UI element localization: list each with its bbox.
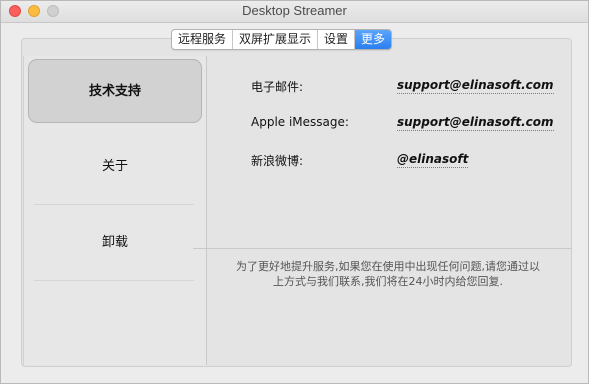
app-window: Desktop Streamer 远程服务 双屏扩展显示 设置 更多 技术支持 … — [0, 0, 589, 384]
sidebar-item-tech-support[interactable]: 技术支持 — [28, 59, 202, 123]
support-note-line2: 上方式与我们联系,我们将在24小时内给您回复. — [273, 275, 503, 288]
tab-more[interactable]: 更多 — [355, 30, 392, 49]
sidebar-divider — [34, 204, 194, 205]
email-label: 电子邮件: — [251, 80, 304, 94]
weibo-link[interactable]: @elinasoft — [397, 152, 469, 168]
email-link[interactable]: support@elinasoft.com — [397, 78, 554, 94]
imessage-label: Apple iMessage: — [251, 115, 349, 129]
title-bar: Desktop Streamer — [1, 1, 588, 23]
window-title: Desktop Streamer — [242, 3, 347, 18]
support-content: 电子邮件: support@elinasoft.com Apple iMessa… — [207, 56, 572, 365]
imessage-link[interactable]: support@elinasoft.com — [397, 115, 554, 131]
sidebar-item-about[interactable]: 关于 — [28, 152, 202, 182]
support-note-line1: 为了更好地提升服务,如果您在使用中出现任何问题,请您通过以 — [236, 260, 540, 273]
content-divider — [193, 248, 572, 249]
sidebar-divider — [34, 280, 194, 281]
tab-remote-service[interactable]: 远程服务 — [172, 30, 234, 49]
weibo-label: 新浪微博: — [251, 154, 304, 168]
tab-bar: 远程服务 双屏扩展显示 设置 更多 — [171, 29, 393, 50]
sidebar: 技术支持 关于 卸载 — [23, 56, 207, 365]
tab-settings[interactable]: 设置 — [318, 30, 356, 49]
support-note: 为了更好地提升服务,如果您在使用中出现任何问题,请您通过以 上方式与我们联系,我… — [223, 259, 553, 289]
tab-dual-screen[interactable]: 双屏扩展显示 — [233, 30, 319, 49]
sidebar-item-uninstall[interactable]: 卸载 — [28, 228, 202, 258]
